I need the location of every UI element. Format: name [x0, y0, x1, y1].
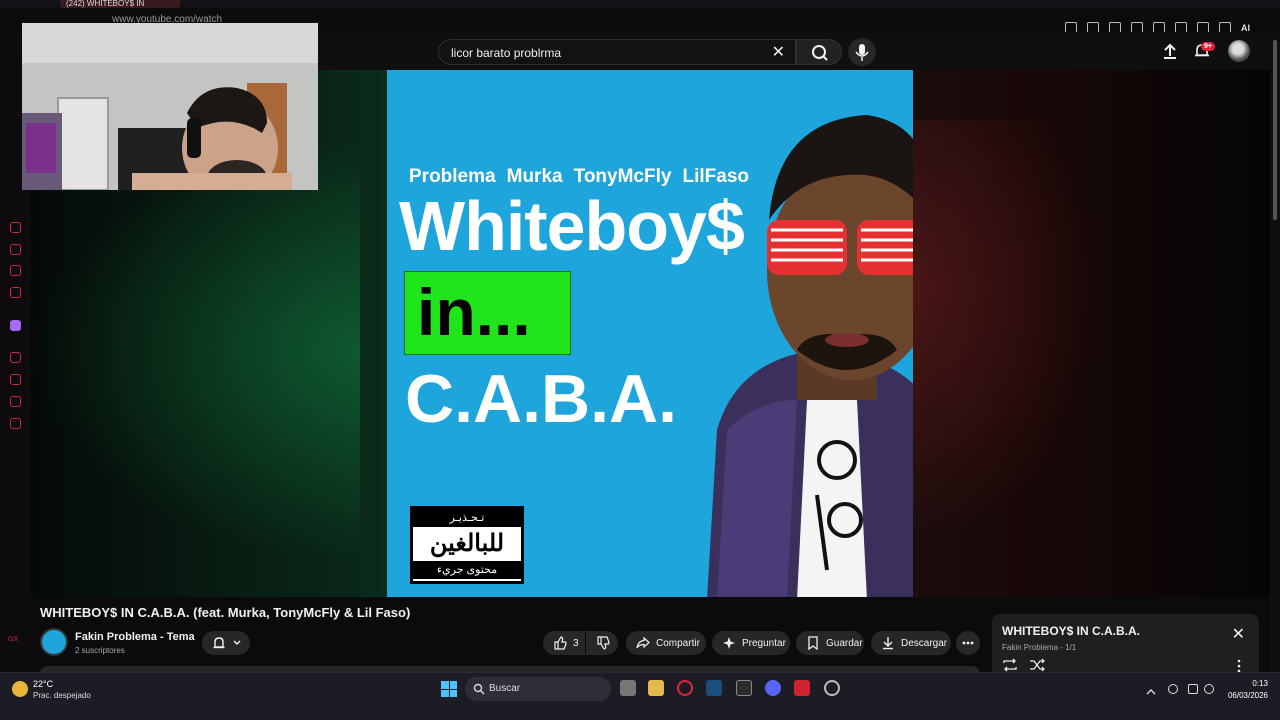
notification-badge: 9+: [1201, 42, 1215, 51]
twitch-icon[interactable]: [10, 320, 21, 331]
subscription-bell-button[interactable]: [202, 631, 250, 655]
artist-name: TonyMcFly: [573, 166, 672, 187]
close-playlist-icon[interactable]: ✕: [1232, 624, 1245, 644]
playlist-title: WHITEBOY$ IN C.A.B.A.: [1002, 624, 1141, 638]
video-title: WHITEBOY$ IN C.A.B.A. (feat. Murka, Tony…: [40, 605, 411, 620]
taskbar-search-label: Buscar: [489, 683, 521, 694]
share-label: Compartir: [656, 637, 700, 649]
artwork-in-text: in...: [417, 275, 531, 349]
artist-name: Murka: [506, 166, 563, 187]
save-button[interactable]: Guardar: [796, 631, 864, 655]
microphone-icon: [855, 44, 869, 61]
settings-icon[interactable]: [10, 418, 21, 429]
channel-avatar[interactable]: [40, 628, 68, 656]
artwork-in-box: in...: [404, 271, 571, 355]
search-button[interactable]: [796, 39, 842, 65]
download-button[interactable]: Descargar: [871, 631, 951, 655]
bookmark-icon: [808, 636, 818, 650]
extensions-sidebar-icon[interactable]: [10, 396, 21, 407]
like-count: 3: [573, 637, 579, 649]
advisory-mid: للبالغين: [429, 530, 505, 557]
page-scrollbar[interactable]: [1270, 32, 1280, 672]
webcam-overlay: [22, 23, 318, 190]
voice-search-button[interactable]: [848, 38, 876, 66]
volume-icon[interactable]: [1204, 684, 1214, 694]
weather-sun-icon[interactable]: [12, 681, 28, 697]
gx-label: GX: [8, 636, 19, 643]
like-button[interactable]: 3: [543, 631, 585, 655]
search-icon: [473, 683, 485, 695]
tray-chevron-up-icon[interactable]: [1146, 684, 1156, 695]
news-icon[interactable]: [10, 287, 21, 298]
app-red-icon[interactable]: [794, 680, 810, 696]
bell-icon: [213, 637, 225, 649]
subscriber-count: 2 suscriptores: [75, 646, 125, 655]
artist-name: Problema: [409, 166, 496, 187]
gx-corner-icon[interactable]: [10, 222, 21, 233]
album-artwork[interactable]: Problema Murka TonyMcFly LilFaso Whitebo…: [387, 70, 913, 597]
player-icon[interactable]: [10, 352, 21, 363]
weather-temperature[interactable]: 22°C: [33, 679, 53, 689]
playlist-panel: WHITEBOY$ IN C.A.B.A. Fakin Problema - 1…: [992, 614, 1259, 676]
ask-button[interactable]: Preguntar: [712, 631, 790, 655]
more-vertical-icon[interactable]: [1236, 659, 1242, 673]
more-actions-button[interactable]: [956, 631, 980, 655]
clear-search-icon[interactable]: ✕: [772, 42, 785, 62]
search-input[interactable]: licor barato problrma ✕: [438, 39, 796, 65]
artwork-city: C.A.B.A.: [405, 361, 677, 437]
search-query[interactable]: licor barato problrma: [451, 46, 561, 60]
search-icon: [812, 45, 828, 61]
sparkle-icon: [723, 637, 735, 649]
dislike-button[interactable]: [586, 631, 618, 655]
browser-tab-strip: (242) WHITEBOY$ IN: [0, 0, 1280, 8]
file-explorer-icon[interactable]: [648, 680, 664, 696]
epic-games-icon[interactable]: [736, 680, 752, 696]
download-icon: [883, 637, 893, 650]
thumbs-up-icon: [554, 636, 567, 650]
shuffle-icon[interactable]: [1029, 658, 1045, 672]
browser-tab-active[interactable]: (242) WHITEBOY$ IN: [60, 0, 180, 8]
cartoon-figure-illustration: [707, 115, 913, 597]
artwork-headline: Whiteboy$: [399, 187, 745, 265]
app-record-icon[interactable]: [824, 680, 840, 696]
microphone-tray-icon[interactable]: [1168, 684, 1178, 694]
advisory-top: تـحـذيـر: [413, 509, 521, 527]
download-label: Descargar: [901, 637, 948, 649]
task-view-icon[interactable]: [620, 680, 636, 696]
weather-description[interactable]: Prac. despejado: [33, 691, 91, 700]
opera-gx-icon[interactable]: [677, 680, 693, 696]
scrollbar-thumb[interactable]: [1273, 40, 1277, 220]
account-avatar[interactable]: [1228, 40, 1250, 62]
gx-control-icon[interactable]: [10, 265, 21, 276]
share-icon: [636, 636, 650, 649]
save-label: Guardar: [826, 637, 863, 649]
history-icon[interactable]: [10, 374, 21, 385]
channel-name[interactable]: Fakin Problema - Tema: [75, 631, 195, 643]
clock-time[interactable]: 0:13: [1226, 679, 1268, 688]
steam-icon[interactable]: [706, 680, 722, 696]
more-horizontal-icon: [962, 641, 974, 645]
start-button[interactable]: [441, 681, 457, 697]
upload-icon[interactable]: [1162, 42, 1178, 60]
ambient-glow-left: [30, 140, 360, 560]
ambient-glow-right: [910, 120, 1110, 540]
windows-taskbar: 22°C Prac. despejado Buscar 0:13 06/03/2…: [0, 672, 1280, 720]
taskbar-search[interactable]: Buscar: [465, 677, 611, 701]
thumbs-down-icon: [597, 636, 610, 650]
share-button[interactable]: Compartir: [626, 631, 706, 655]
parental-advisory-label: تـحـذيـر للبالغين محتوى جريء: [410, 506, 524, 584]
chevron-down-icon: [233, 640, 241, 645]
webcam-feed-image: [22, 23, 318, 190]
advisory-bottom: محتوى جريء: [413, 561, 521, 579]
ask-label: Preguntar: [742, 637, 786, 649]
clock-date[interactable]: 06/03/2026: [1226, 691, 1268, 700]
shopping-icon[interactable]: [10, 244, 21, 255]
discord-icon[interactable]: [765, 680, 781, 696]
playlist-subtitle[interactable]: Fakin Problema - 1/1: [1002, 643, 1076, 652]
loop-icon[interactable]: [1002, 658, 1018, 672]
network-icon[interactable]: [1188, 684, 1198, 694]
